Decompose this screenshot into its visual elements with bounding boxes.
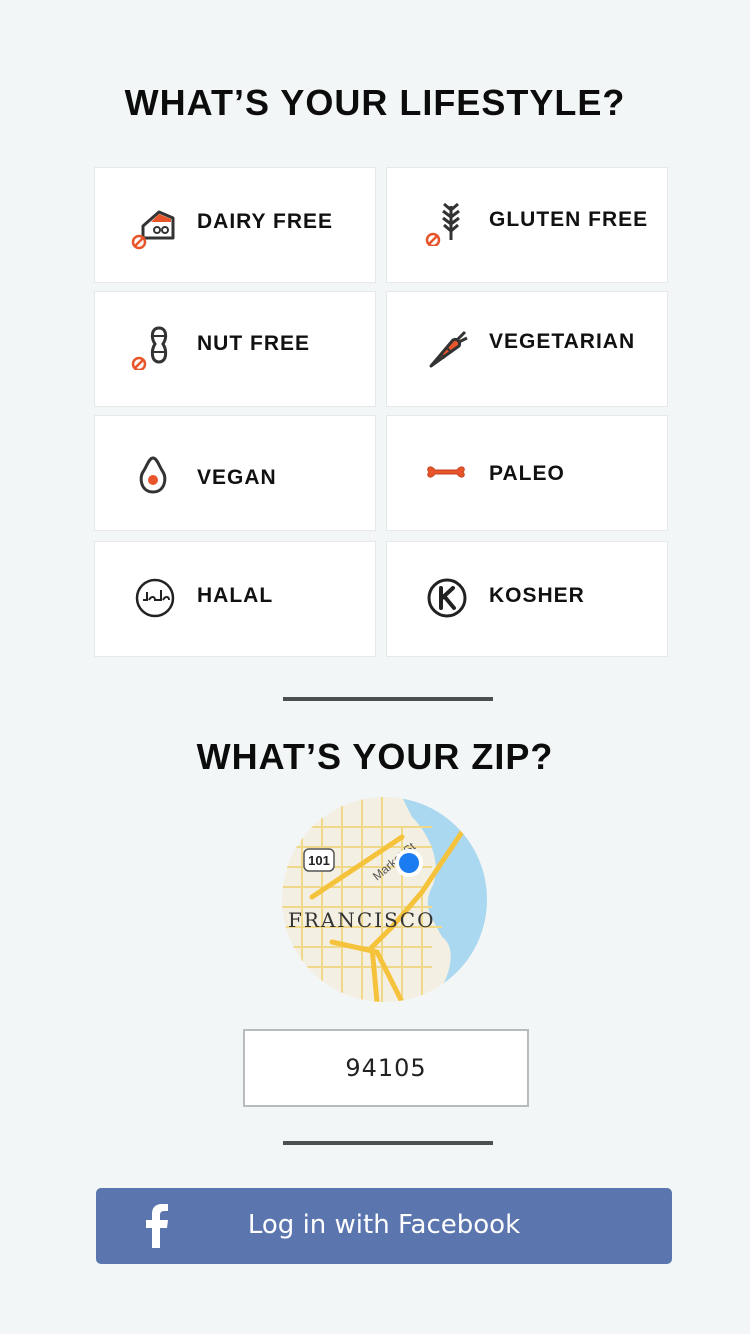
option-halal[interactable]: HALAL <box>94 541 376 657</box>
option-vegan[interactable]: VEGAN <box>94 415 376 531</box>
lifestyle-title: WHAT’S YOUR LIFESTYLE? <box>124 82 626 123</box>
option-nut-free[interactable]: NUT FREE <box>94 291 376 407</box>
facebook-login-button[interactable]: Log in with Facebook <box>96 1188 672 1264</box>
option-vegetarian[interactable]: VEGETARIAN <box>386 291 668 407</box>
dairy-free-icon <box>131 210 175 250</box>
vegan-icon <box>139 456 167 494</box>
section-divider <box>283 1141 493 1145</box>
location-dot-icon <box>399 853 419 873</box>
city-label: FRANCISCO <box>288 908 435 932</box>
facebook-login-label: Log in with Facebook <box>247 1210 521 1240</box>
option-label: GLUTEN FREE <box>489 208 649 231</box>
option-paleo[interactable]: PALEO <box>386 415 668 531</box>
option-label: PALEO <box>489 462 565 485</box>
option-dairy-free[interactable]: DAIRY FREE <box>94 167 376 283</box>
paleo-icon <box>427 466 465 478</box>
location-map: 101 Market St FRANCISCO <box>282 797 487 1002</box>
section-divider <box>283 697 493 701</box>
option-gluten-free[interactable]: GLUTEN FREE <box>386 167 668 283</box>
vegetarian-icon <box>429 330 468 368</box>
map-graphic: 101 Market St FRANCISCO <box>282 797 487 1002</box>
option-label: HALAL <box>197 584 274 607</box>
highway-label: 101 <box>308 853 330 868</box>
option-label: NUT FREE <box>197 332 310 355</box>
option-label: VEGETARIAN <box>489 330 636 353</box>
option-label: VEGAN <box>197 466 277 489</box>
zip-title: WHAT’S YOUR ZIP? <box>196 736 554 777</box>
kosher-icon <box>427 578 467 618</box>
option-kosher[interactable]: KOSHER <box>386 541 668 657</box>
halal-icon <box>135 578 175 618</box>
nut-free-icon <box>131 326 168 370</box>
zip-input[interactable] <box>243 1029 529 1107</box>
gluten-free-icon <box>425 202 460 246</box>
option-label: DAIRY FREE <box>197 210 334 233</box>
option-label: KOSHER <box>489 584 585 607</box>
